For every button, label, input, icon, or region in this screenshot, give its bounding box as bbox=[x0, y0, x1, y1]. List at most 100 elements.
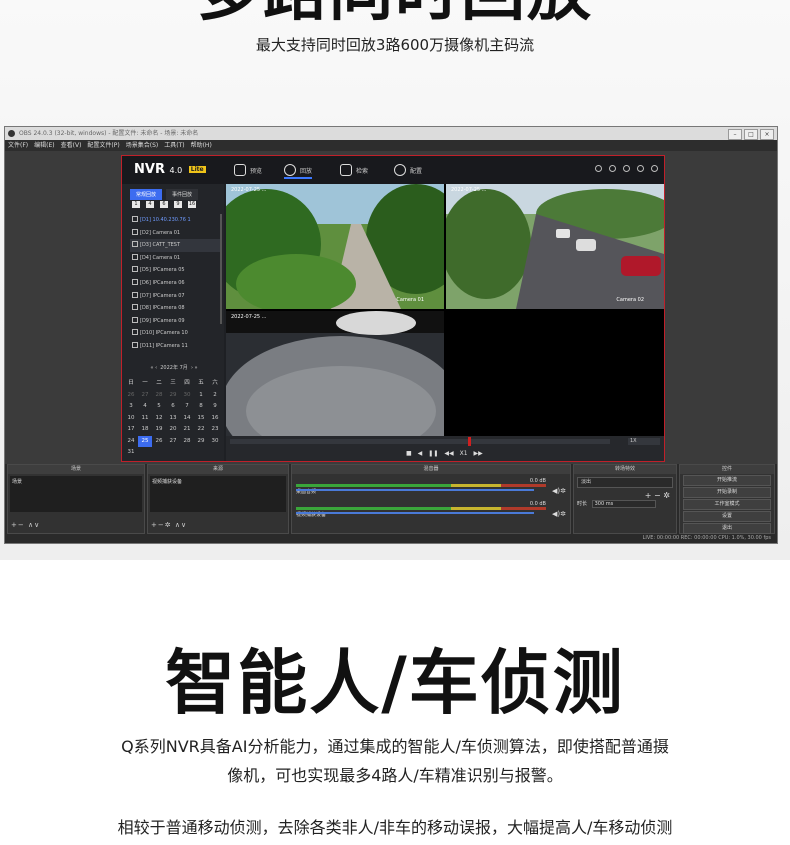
prev-year-icon[interactable]: « bbox=[150, 365, 153, 371]
calendar-day[interactable]: 26 bbox=[124, 390, 138, 402]
next-month-icon[interactable]: › bbox=[191, 365, 193, 371]
pause-icon[interactable]: ❚❚ bbox=[428, 450, 438, 457]
calendar-day[interactable]: 27 bbox=[166, 436, 180, 448]
remove-icon[interactable]: − bbox=[654, 491, 661, 500]
speaker-icon[interactable]: ◀)✲ bbox=[552, 487, 566, 495]
checkbox-icon[interactable] bbox=[132, 241, 138, 248]
split-4-button[interactable]: 4 bbox=[146, 201, 154, 208]
calendar-day[interactable]: 12 bbox=[152, 413, 166, 425]
power-icon[interactable] bbox=[651, 165, 658, 172]
calendar-day[interactable]: 13 bbox=[166, 413, 180, 425]
tab-event-playback[interactable]: 事件回放 bbox=[166, 189, 199, 200]
calendar-day[interactable]: 24 bbox=[124, 436, 138, 448]
camera-item[interactable]: [D9] IPCamera 09 bbox=[130, 315, 220, 328]
calendar-day[interactable]: 28 bbox=[180, 436, 194, 448]
camera-item[interactable]: [D5] IPCamera 05 bbox=[130, 264, 220, 277]
tab-playback[interactable]: 回放 bbox=[284, 163, 313, 179]
calendar-day[interactable]: 29 bbox=[166, 390, 180, 402]
exit-button[interactable]: 退出 bbox=[683, 523, 771, 534]
calendar-day[interactable]: 8 bbox=[194, 401, 208, 413]
checkbox-icon[interactable] bbox=[132, 216, 138, 222]
calendar-day[interactable]: 3 bbox=[124, 401, 138, 413]
calendar-day[interactable]: 18 bbox=[138, 424, 152, 436]
calendar-day[interactable]: 10 bbox=[124, 413, 138, 425]
tab-preview[interactable]: 预览 bbox=[234, 163, 262, 177]
camera-item[interactable]: [D3] CATT_TEST bbox=[130, 239, 220, 252]
camera-item[interactable]: [D11] IPCamera 11 bbox=[130, 340, 220, 353]
calendar-day[interactable]: 25 bbox=[138, 435, 152, 447]
calendar-day[interactable]: 26 bbox=[152, 436, 166, 448]
calendar-day[interactable]: 15 bbox=[194, 413, 208, 425]
tab-search[interactable]: 检索 bbox=[340, 163, 368, 177]
stop-icon[interactable]: ■ bbox=[406, 450, 412, 457]
checkbox-icon[interactable] bbox=[132, 253, 138, 260]
studio-mode-button[interactable]: 工作室模式 bbox=[683, 499, 771, 510]
calendar-day[interactable]: 21 bbox=[180, 424, 194, 436]
transition-select[interactable]: 淡出 bbox=[577, 477, 673, 488]
rewind-icon[interactable]: ◀◀ bbox=[444, 450, 453, 457]
grid-icon[interactable] bbox=[609, 165, 616, 172]
settings-button[interactable]: 设置 bbox=[683, 511, 771, 522]
tab-config[interactable]: 配置 bbox=[394, 163, 422, 177]
checkbox-icon[interactable] bbox=[132, 278, 138, 285]
video-cell-2[interactable]: 2022-07-25 ... Camera 02 bbox=[446, 184, 664, 309]
menu-file[interactable]: 文件(F) bbox=[8, 140, 28, 151]
camera-item[interactable]: [D4] Camera 01 bbox=[130, 252, 220, 265]
duration-input[interactable]: 300 ms bbox=[591, 500, 656, 508]
split-9-button[interactable]: 9 bbox=[174, 201, 182, 208]
maximize-icon[interactable]: □ bbox=[744, 129, 758, 140]
timeline-cursor[interactable] bbox=[468, 437, 471, 446]
camera-item[interactable]: [D8] IPCamera 08 bbox=[130, 302, 220, 315]
start-recording-button[interactable]: 开始录制 bbox=[683, 487, 771, 498]
calendar-day[interactable]: 14 bbox=[180, 413, 194, 425]
menu-help[interactable]: 帮助(H) bbox=[191, 140, 212, 151]
camera-item[interactable]: [D1] 10.40.230.76 1 bbox=[130, 214, 220, 227]
video-cell-1[interactable]: 2022-07-25 ... Camera 01 bbox=[226, 184, 444, 309]
calendar-day[interactable]: 28 bbox=[152, 390, 166, 402]
info-icon[interactable] bbox=[595, 165, 602, 172]
timeline-track[interactable] bbox=[230, 439, 610, 444]
volume-slider[interactable] bbox=[296, 512, 534, 514]
calendar-day[interactable]: 1 bbox=[194, 390, 208, 402]
minimize-icon[interactable]: – bbox=[728, 129, 742, 140]
checkbox-icon[interactable] bbox=[132, 228, 138, 235]
calendar-day[interactable]: 31 bbox=[124, 447, 138, 459]
menu-edit[interactable]: 编辑(E) bbox=[34, 140, 54, 151]
split-6-button[interactable]: 6 bbox=[160, 201, 168, 208]
scene-item[interactable]: 场景 bbox=[10, 476, 142, 487]
calendar-day[interactable]: 17 bbox=[124, 424, 138, 436]
checkbox-icon[interactable] bbox=[132, 329, 138, 336]
calendar-day[interactable]: 2 bbox=[208, 390, 222, 402]
start-streaming-button[interactable]: 开始推流 bbox=[683, 475, 771, 486]
menu-profile[interactable]: 配置文件(P) bbox=[87, 140, 119, 151]
source-item[interactable]: 视频捕获设备 bbox=[150, 476, 286, 487]
gear-icon[interactable]: ✲ bbox=[663, 491, 670, 500]
menu-view[interactable]: 查看(V) bbox=[61, 140, 82, 151]
calendar-day[interactable]: 30 bbox=[180, 390, 194, 402]
calendar-day[interactable]: 6 bbox=[166, 401, 180, 413]
calendar-day[interactable]: 4 bbox=[138, 401, 152, 413]
video-cell-3[interactable]: 2022-07-25 ... bbox=[226, 311, 444, 436]
calendar-day[interactable]: 22 bbox=[194, 424, 208, 436]
calendar-day[interactable]: 19 bbox=[152, 424, 166, 436]
calendar-day[interactable]: 9 bbox=[208, 401, 222, 413]
video-cell-4[interactable] bbox=[446, 311, 664, 436]
down-icon[interactable]: ∨ bbox=[181, 521, 187, 529]
menu-tools[interactable]: 工具(T) bbox=[164, 140, 184, 151]
calendar-day[interactable]: 11 bbox=[138, 413, 152, 425]
checkbox-icon[interactable] bbox=[132, 304, 138, 311]
download-icon[interactable] bbox=[637, 165, 644, 172]
camera-list-scrollbar[interactable] bbox=[220, 214, 222, 324]
calendar-day[interactable]: 5 bbox=[152, 401, 166, 413]
checkbox-icon[interactable] bbox=[132, 291, 138, 298]
calendar-day[interactable]: 27 bbox=[138, 390, 152, 402]
camera-item[interactable]: [D10] IPCamera 10 bbox=[130, 327, 220, 340]
close-icon[interactable]: × bbox=[760, 129, 774, 140]
add-icon[interactable]: + bbox=[11, 521, 18, 529]
calendar-day[interactable]: 20 bbox=[166, 424, 180, 436]
calendar-day[interactable]: 7 bbox=[180, 401, 194, 413]
speed-select[interactable]: 1X bbox=[628, 438, 660, 445]
calendar-day[interactable]: 30 bbox=[208, 436, 222, 448]
camera-item[interactable]: [D7] IPCamera 07 bbox=[130, 290, 220, 303]
prev-month-icon[interactable]: ‹ bbox=[155, 365, 157, 371]
